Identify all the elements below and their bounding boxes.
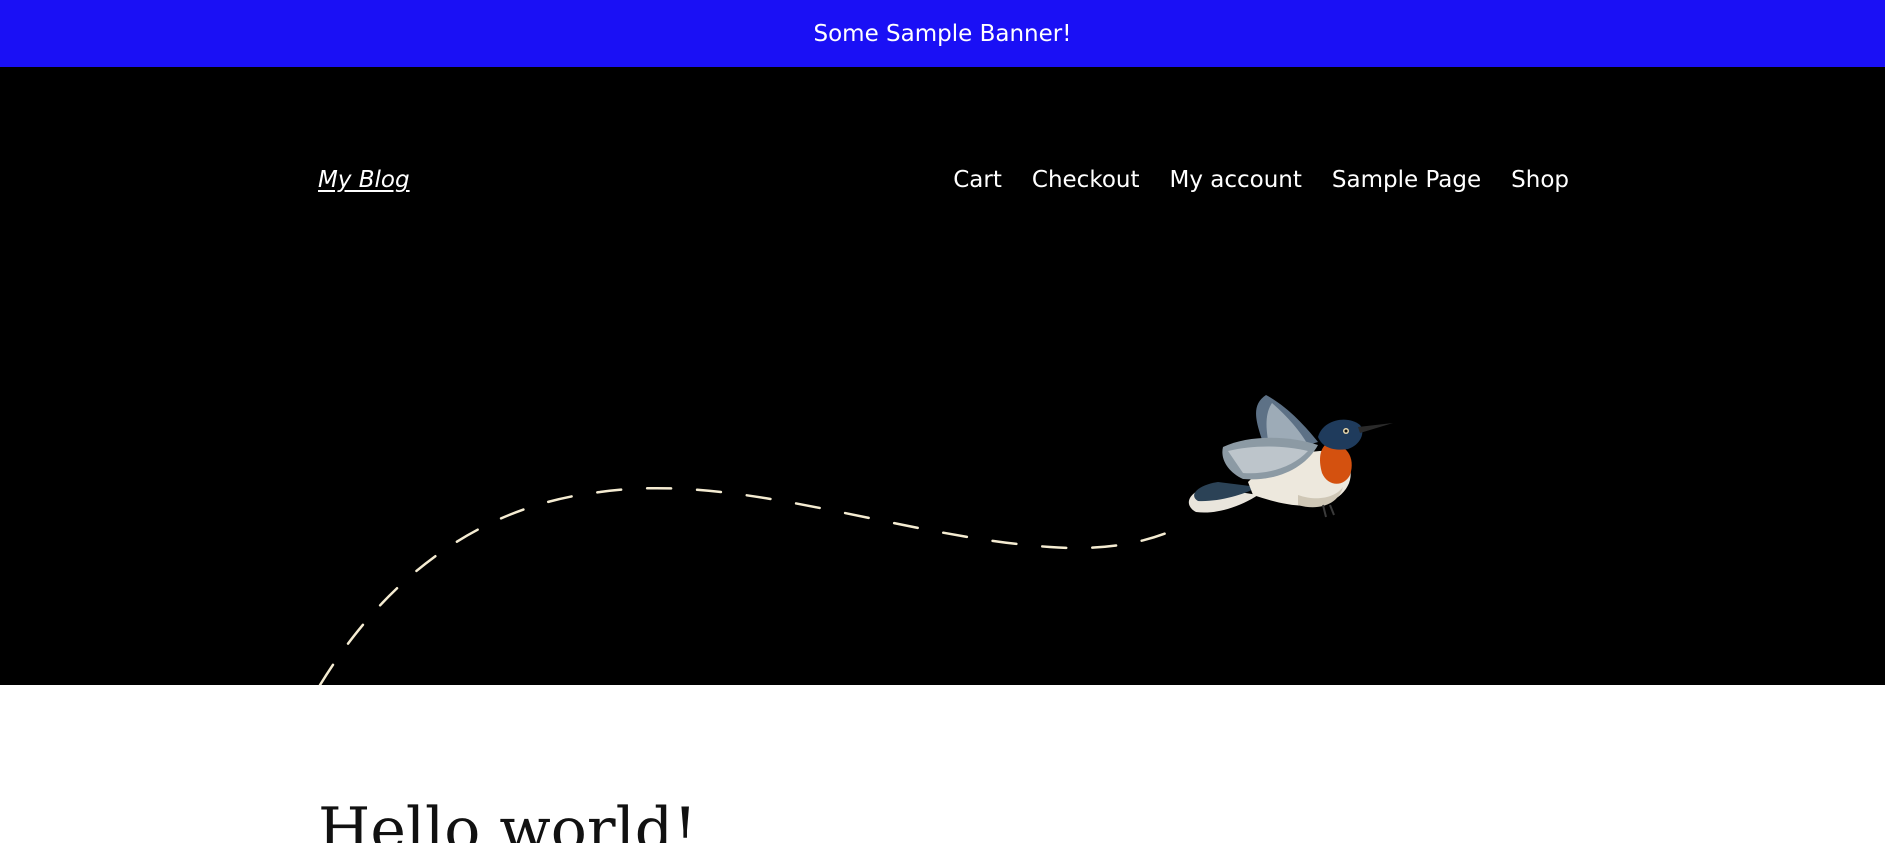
site-header: My Blog Cart Checkout My account Sample …	[0, 67, 1885, 685]
main-content: Hello world!	[0, 685, 1885, 843]
nav-item-my-account[interactable]: My account	[1170, 167, 1302, 193]
banner-text: Some Sample Banner!	[813, 20, 1072, 47]
hero-illustration	[318, 395, 1393, 685]
nav-item-checkout[interactable]: Checkout	[1032, 167, 1140, 193]
flight-path-line	[318, 486, 1187, 685]
nav-item-shop[interactable]: Shop	[1511, 167, 1569, 193]
post-title[interactable]: Hello world!	[318, 795, 697, 843]
nav-item-sample-page[interactable]: Sample Page	[1332, 167, 1481, 193]
announcement-banner: Some Sample Banner!	[0, 0, 1885, 67]
primary-navigation: Cart Checkout My account Sample Page Sho…	[953, 167, 1569, 193]
bird-icon	[1188, 395, 1393, 518]
site-title-link[interactable]: My Blog	[318, 167, 410, 193]
nav-item-cart[interactable]: Cart	[953, 167, 1002, 193]
